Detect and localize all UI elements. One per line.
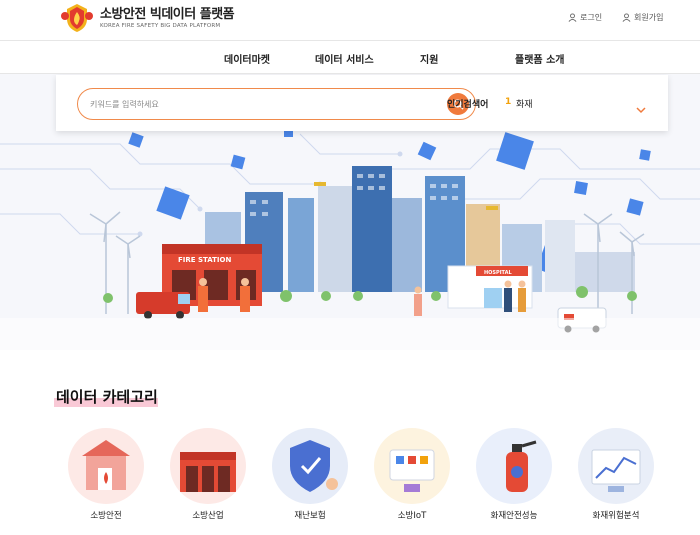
category-fire-safety[interactable]: 소방안전 [66, 428, 146, 521]
popular-keyword[interactable]: 화재 [516, 97, 533, 110]
nav-item-data-market[interactable]: 데이터마켓 [224, 51, 270, 66]
nav-item-support[interactable]: 지원 [420, 51, 438, 66]
header: 소방안전 빅데이터 플랫폼 KOREA FIRE SAFETY BIG DATA… [0, 0, 700, 40]
risk-analysis-icon [578, 428, 654, 504]
fire-emblem-icon [60, 3, 94, 33]
category-fire-risk-analysis[interactable]: 화재위험분석 [576, 428, 656, 521]
search-box [77, 88, 476, 120]
category-label: 소방산업 [192, 511, 224, 521]
join-label: 회원가입 [634, 13, 664, 22]
fire-station-icon [170, 428, 246, 504]
search-card [56, 75, 668, 131]
logo-subtitle: KOREA FIRE SAFETY BIG DATA PLATFORM [100, 22, 221, 29]
fire-safety-icon [68, 428, 144, 504]
user-add-icon [622, 13, 631, 22]
popular-keyword-rank: 1 [505, 97, 512, 107]
main-nav: 데이터마켓 데이터 서비스 지원 플랫폼 소개 [0, 40, 700, 74]
join-link[interactable]: 회원가입 [622, 12, 663, 23]
nav-item-data-service[interactable]: 데이터 서비스 [315, 51, 374, 66]
logo-title: 소방안전 빅데이터 플랫폼 [100, 6, 235, 22]
popular-keywords-label: 인기검색어 [447, 100, 489, 110]
search-input[interactable] [90, 96, 390, 112]
logo[interactable]: 소방안전 빅데이터 플랫폼 KOREA FIRE SAFETY BIG DATA… [60, 3, 235, 33]
popular-keywords-toggle[interactable] [636, 99, 646, 118]
category-label: 재난보험 [294, 511, 326, 521]
category-label: 소방IoT [397, 511, 427, 521]
hospital-sign: HOSPITAL [484, 270, 512, 276]
login-label: 로그인 [580, 13, 603, 22]
category-disaster-insurance[interactable]: 재난보험 [270, 428, 350, 521]
iot-device-icon [374, 428, 450, 504]
nav-item-about[interactable]: 플랫폼 소개 [515, 51, 564, 66]
fire-extinguisher-icon [476, 428, 552, 504]
category-fire-safety-performance[interactable]: 화재안전성능 [474, 428, 554, 521]
user-icon [568, 13, 577, 22]
shield-icon [272, 428, 348, 504]
category-fire-industry[interactable]: 소방산업 [168, 428, 248, 521]
category-label: 화재위험분석 [592, 511, 640, 521]
category-fire-iot[interactable]: 소방IoT [372, 428, 452, 521]
section-title: 데이터 카테고리 [56, 388, 158, 406]
chevron-down-icon [636, 107, 646, 114]
category-label: 화재안전성능 [490, 511, 538, 521]
station-sign: FIRE STATION [178, 256, 231, 264]
category-label: 소방안전 [90, 511, 122, 521]
login-link[interactable]: 로그인 [568, 12, 602, 23]
hero-banner: FIRE STATION HOSPITAL 키워드를 입력하세요 인기검색어 1… [0, 74, 700, 350]
